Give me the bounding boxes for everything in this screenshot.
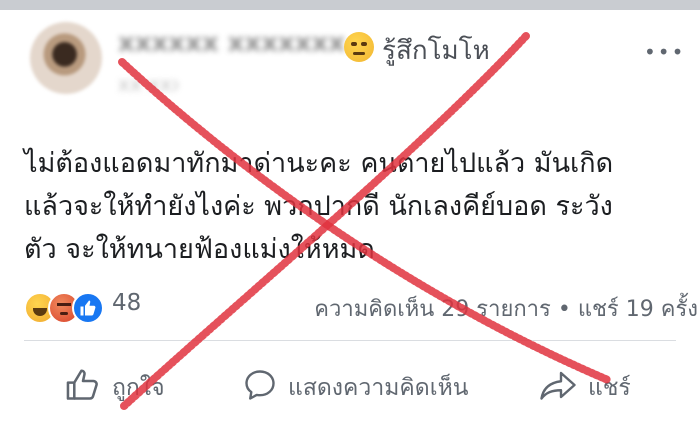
comment-button[interactable]: แสดงความคิดเห็น xyxy=(242,368,468,408)
post-timestamp[interactable]: xx xxx xyxy=(118,72,178,94)
post-text: ไม่ต้องแอดมาทักมาด่านะคะ คนตายไปแล้ว มัน… xyxy=(24,142,684,271)
comment-label: แสดงความคิดเห็น xyxy=(288,375,469,401)
like-icon xyxy=(72,292,104,324)
post-stats: ความคิดเห็น 29 รายการ • แชร์ 19 ครั้ง xyxy=(314,291,698,326)
share-label: แชร์ xyxy=(588,375,631,401)
like-label: ถูกใจ xyxy=(112,375,165,401)
thumbs-up-icon xyxy=(64,366,102,410)
more-options-button[interactable]: ••• xyxy=(644,40,685,64)
share-arrow-icon xyxy=(538,367,578,409)
comment-bubble-icon xyxy=(242,367,278,409)
post-line: แล้วจะให้ทำยังไงค่ะ พวกปากดี นักเลงคีย์บ… xyxy=(24,191,613,222)
post-line: ไม่ต้องแอดมาทักมาด่านะคะ คนตายไปแล้ว มัน… xyxy=(24,148,614,179)
top-bar xyxy=(0,0,700,10)
share-count-link[interactable]: แชร์ 19 ครั้ง xyxy=(578,297,698,322)
share-button[interactable]: แชร์ xyxy=(538,368,631,408)
author-name[interactable]: xxxxxx xxxxxxx xyxy=(118,28,346,58)
divider xyxy=(24,340,676,341)
stats-separator: • xyxy=(557,297,571,322)
post-line: ตัว จะให้ทนายฟ้องแม่งให้หมด xyxy=(24,234,375,265)
comment-count-link[interactable]: ความคิดเห็น 29 รายการ xyxy=(314,297,551,322)
like-button[interactable]: ถูกใจ xyxy=(64,368,165,408)
reaction-count[interactable]: 48 xyxy=(112,290,141,316)
feeling-label: รู้สึกโมโห xyxy=(382,36,490,66)
sad-face-icon xyxy=(344,32,374,62)
avatar[interactable] xyxy=(30,22,102,94)
